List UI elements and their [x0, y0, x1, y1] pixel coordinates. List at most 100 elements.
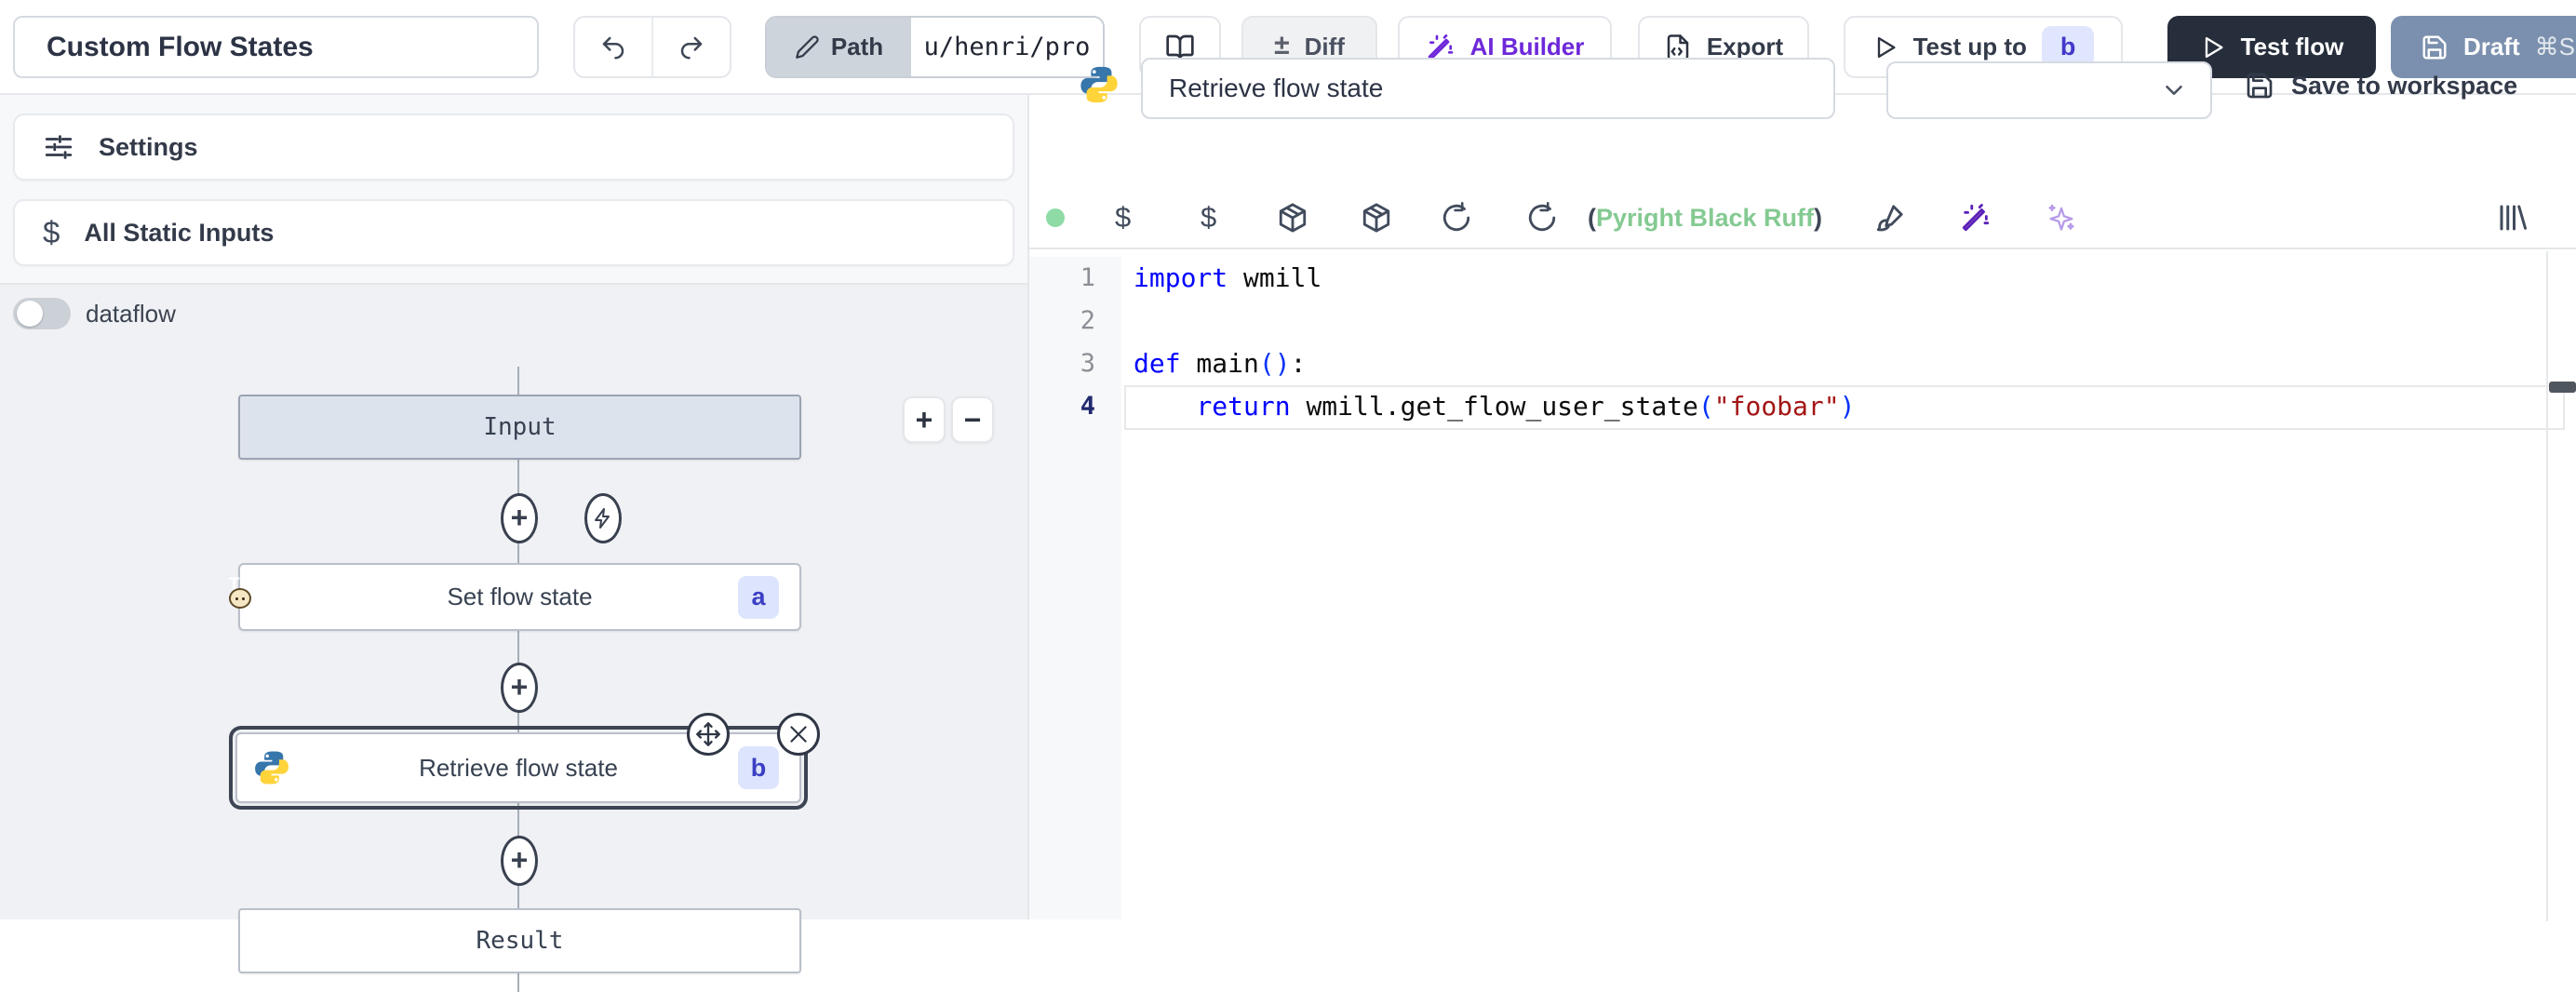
sliders-icon: [43, 131, 74, 163]
path-value[interactable]: u/henri/pro: [911, 18, 1103, 76]
settings-card[interactable]: Settings: [13, 114, 1014, 181]
save-to-workspace-label: Save to workspace: [2291, 72, 2517, 101]
dataflow-label: dataflow: [86, 300, 176, 328]
code-token: def: [1134, 348, 1181, 379]
save-icon: [2245, 71, 2274, 101]
variables-icon[interactable]: $: [1115, 201, 1131, 235]
test-up-to-label: Test up to: [1913, 33, 2027, 61]
line-number: 4: [1029, 385, 1121, 428]
result-node[interactable]: Result: [238, 908, 801, 973]
all-static-inputs-card[interactable]: $ All Static Inputs: [13, 199, 1014, 266]
overview-ruler[interactable]: [2546, 251, 2548, 921]
tag-select-dropdown[interactable]: [1886, 61, 2212, 119]
undo-icon: [599, 34, 627, 61]
draft-shortcut: ⌘S: [2535, 33, 2575, 61]
flow-graph-canvas[interactable]: dataflow + − Input + TS Set flow state a…: [0, 285, 1027, 919]
save-to-workspace-button[interactable]: Save to workspace: [2245, 71, 2517, 101]
plus-icon: +: [511, 672, 529, 702]
insert-step-button[interactable]: +: [501, 836, 538, 886]
set-flow-state-node[interactable]: TS Set flow state a: [238, 563, 801, 631]
status-dot: [1046, 208, 1065, 227]
input-node-label: Input: [483, 413, 556, 441]
reload-icon[interactable]: [1441, 202, 1472, 234]
delete-node-button[interactable]: [777, 713, 820, 756]
draft-save-button[interactable]: Draft ⌘S: [2391, 16, 2576, 78]
move-icon: [695, 721, 721, 747]
pencil-icon: [795, 34, 820, 60]
ai-wand-icon[interactable]: [1960, 202, 1992, 234]
save-icon: [2421, 34, 2449, 61]
code-line[interactable]: [1134, 300, 2539, 342]
python-icon: [252, 748, 291, 787]
code-token: import: [1134, 262, 1228, 293]
dataflow-toggle[interactable]: [13, 298, 71, 329]
test-flow-label: Test flow: [2241, 33, 2344, 61]
bun-icon: [229, 588, 251, 609]
paren-open: (: [1588, 204, 1596, 233]
zap-icon: [592, 505, 614, 531]
assistants-text: Pyright Black Ruff: [1596, 204, 1814, 233]
current-line-highlight: [1124, 385, 2565, 430]
zoom-out-glyph: −: [964, 403, 982, 437]
code-token: :: [1291, 348, 1307, 379]
undo-redo-group: [573, 16, 731, 78]
step-id-badge-a: a: [738, 576, 779, 619]
flow-title-input[interactable]: Custom Flow States: [13, 16, 539, 78]
format-brush-icon[interactable]: [1874, 202, 1906, 234]
package-icon[interactable]: [1277, 202, 1308, 234]
package-icon[interactable]: [1361, 202, 1392, 234]
code-line[interactable]: import wmill: [1134, 257, 2539, 300]
reload-icon[interactable]: [1526, 202, 1558, 234]
path-button[interactable]: Path: [767, 18, 911, 76]
line-number: 3: [1029, 342, 1121, 385]
path-group: Path u/henri/pro: [765, 16, 1105, 78]
result-node-label: Result: [476, 927, 564, 955]
undo-button[interactable]: [575, 18, 651, 76]
trigger-button[interactable]: [584, 493, 622, 543]
redo-button[interactable]: [651, 18, 730, 76]
retrieve-node-label: Retrieve flow state: [419, 754, 618, 783]
step-name-input[interactable]: Retrieve flow state: [1141, 58, 1835, 119]
insert-step-button[interactable]: +: [501, 663, 538, 713]
input-node[interactable]: Input: [238, 395, 801, 460]
code-line[interactable]: def main():: [1134, 342, 2539, 385]
paren-close: ): [1814, 204, 1822, 233]
move-node-button[interactable]: [687, 713, 730, 756]
play-icon: [2200, 34, 2226, 60]
ai-sparkles-icon[interactable]: [2046, 202, 2077, 234]
plus-icon: +: [511, 845, 529, 875]
code-token: main: [1181, 348, 1259, 379]
path-label: Path: [831, 33, 883, 61]
redo-icon: [678, 34, 705, 61]
plus-icon: +: [511, 503, 529, 532]
step-id-badge-b: b: [738, 746, 779, 789]
all-static-inputs-label: All Static Inputs: [84, 219, 274, 248]
settings-label: Settings: [99, 133, 198, 162]
step-name-text: Retrieve flow state: [1169, 74, 1383, 103]
zoom-in-glyph: +: [916, 403, 933, 437]
resources-icon[interactable]: $: [1201, 201, 1216, 235]
chevron-down-icon: [2160, 76, 2188, 104]
close-icon: [786, 722, 811, 746]
line-numbers: 1234: [1029, 257, 1121, 919]
step-editor-panel: Retrieve flow state Save to workspace $ …: [1029, 95, 2576, 919]
flow-editor-panel: Settings $ All Static Inputs dataflow + …: [0, 95, 1027, 919]
line-number: 2: [1029, 300, 1121, 342]
library-icon[interactable]: [2496, 201, 2529, 235]
zoom-out-button[interactable]: −: [951, 396, 994, 443]
overview-ruler-cursor-mark: [2549, 382, 2576, 393]
toggle-knob: [17, 301, 43, 327]
flow-title-text: Custom Flow States: [47, 32, 314, 63]
dollar-icon: $: [43, 215, 60, 250]
python-icon: [1078, 63, 1120, 106]
code-editor[interactable]: 1234 import wmilldef main(): return wmil…: [1029, 248, 2576, 921]
insert-step-button[interactable]: +: [501, 493, 538, 543]
set-node-label: Set flow state: [447, 583, 592, 611]
line-number: 1: [1029, 257, 1121, 300]
code-token: wmill: [1228, 262, 1322, 293]
play-icon: [1872, 34, 1898, 60]
code-token: (): [1259, 348, 1291, 379]
zoom-in-button[interactable]: +: [903, 396, 946, 443]
path-value-text: u/henri/pro: [924, 33, 1091, 61]
editor-toolbar: $ $ (Pyright Black Ruff): [1029, 188, 2576, 248]
